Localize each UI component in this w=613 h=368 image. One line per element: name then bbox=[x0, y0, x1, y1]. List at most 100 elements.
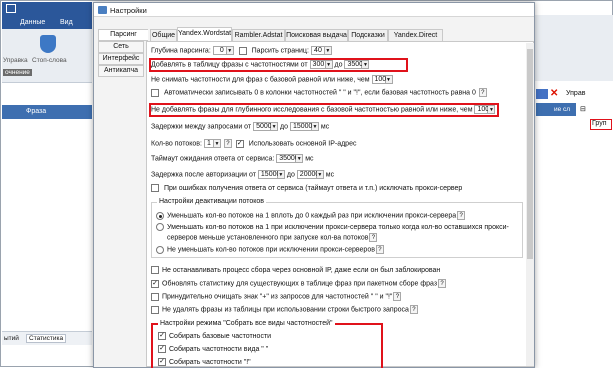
help-icon[interactable]: ? bbox=[393, 292, 402, 301]
auto-zero-label: Автоматически записывать 0 в колонки час… bbox=[163, 89, 476, 97]
wordstat-panel: Глубина парсинга: 0 ▼ Парсить страниц: 40… bbox=[146, 41, 534, 368]
collect-exact-label: Собирать частотности "!" bbox=[169, 359, 251, 366]
group-item[interactable]: Груп bbox=[590, 119, 612, 130]
authdelay-from-input[interactable]: 15000 bbox=[257, 170, 280, 179]
pages-input[interactable]: 40 bbox=[310, 46, 325, 55]
ribbon-tab-data[interactable]: Данные bbox=[20, 19, 45, 26]
delay-unit: мс bbox=[320, 123, 330, 131]
chevron-down-icon[interactable]: ▼ bbox=[213, 139, 221, 148]
deact-radio-1[interactable] bbox=[156, 211, 164, 220]
delete-icon[interactable]: ✕ bbox=[550, 88, 558, 99]
deact-option-2[interactable]: Уменьшать кол-во потоков на 1 при исключ… bbox=[156, 223, 509, 232]
tab-yandex-direct[interactable]: Yandex.Direct bbox=[388, 29, 443, 41]
use-main-ip-label: Использовать основной IP-адрес bbox=[248, 140, 357, 148]
deactivation-group: Настройки деактивации потоков Уменьшать … bbox=[151, 198, 523, 258]
right-panel: ✕ Управ ие сл ⊟ Груп bbox=[534, 81, 613, 367]
updatestats-checkbox[interactable]: ✓ bbox=[151, 279, 159, 288]
scrollbar[interactable] bbox=[526, 43, 534, 366]
help-icon[interactable]: ? bbox=[409, 305, 418, 314]
tab-rambler-adstat[interactable]: Rambler.Adstat bbox=[232, 29, 285, 41]
timeout-unit: мс bbox=[305, 155, 314, 163]
timeout-input[interactable]: 35000 bbox=[276, 154, 299, 163]
authdelay-to-input[interactable]: 20000 bbox=[296, 170, 319, 179]
scrollbar-thumb[interactable] bbox=[527, 49, 533, 259]
nochange-label: Не снимать частотности для фраз с базово… bbox=[151, 76, 370, 84]
forceclean-checkbox[interactable] bbox=[151, 292, 159, 301]
chevron-down-icon[interactable]: ▼ bbox=[271, 122, 279, 131]
nochange-input[interactable]: 100 bbox=[371, 75, 386, 84]
collect-option-2: ✓ Собирать частотности вида " " bbox=[158, 345, 268, 354]
side-tab-parsing[interactable]: Парсинг bbox=[98, 29, 148, 41]
expand-icon[interactable]: ⊟ bbox=[580, 105, 586, 113]
grid-col-phrase[interactable]: Фраза bbox=[26, 108, 46, 115]
filter-icon[interactable] bbox=[536, 89, 548, 99]
delay-from-input[interactable]: 5000 bbox=[253, 122, 272, 131]
help-icon[interactable]: ? bbox=[438, 279, 447, 288]
nostop-label: Не останавливать процесс сбора через осн… bbox=[162, 267, 441, 274]
highlight-nodeep bbox=[149, 103, 499, 117]
right-panel-title: Управ bbox=[566, 90, 586, 97]
auto-zero-checkbox[interactable] bbox=[151, 88, 159, 97]
row-nochange: Не снимать частотности для фраз с базово… bbox=[151, 75, 393, 84]
row-delay: Задержки между запросами от 5000▼ до 150… bbox=[151, 122, 329, 131]
save-icon[interactable] bbox=[6, 4, 16, 13]
chevron-down-icon[interactable]: ▼ bbox=[385, 75, 393, 84]
timeout-label: Таймаут ожидания ответа от сервиса: bbox=[151, 155, 275, 163]
collect-all-group: Настройки режима "Собрать все виды часто… bbox=[151, 320, 383, 368]
help-icon[interactable]: ? bbox=[369, 233, 378, 242]
use-main-ip-checkbox[interactable]: ✓ bbox=[235, 139, 244, 148]
collect-base-checkbox[interactable]: ✓ bbox=[158, 332, 166, 341]
deact-option-2-cont: серверов меньше установленного при запус… bbox=[167, 233, 378, 242]
threads-input[interactable]: 1 bbox=[203, 139, 214, 148]
dialog-title: Настройки bbox=[110, 6, 147, 15]
collect-all-caption: Настройки режима "Собрать все виды часто… bbox=[158, 320, 335, 327]
tab-suggestions[interactable]: Подсказки bbox=[348, 29, 388, 41]
tab-yandex-wordstat[interactable]: Yandex.Wordstat bbox=[177, 27, 232, 42]
stop-words-button[interactable]: Стоп-слова bbox=[32, 57, 67, 64]
collect-base-label: Собирать базовые частотности bbox=[169, 333, 272, 340]
help-icon[interactable]: ? bbox=[375, 245, 384, 254]
row-nostop: Не останавливать процесс сбора через осн… bbox=[151, 266, 440, 275]
deact-option-3[interactable]: Не уменьшать кол-во потоков при исключен… bbox=[156, 245, 384, 254]
chevron-down-icon[interactable]: ▼ bbox=[277, 170, 285, 179]
ribbon-tab-view[interactable]: Вид bbox=[60, 19, 73, 26]
help-icon[interactable]: ? bbox=[457, 211, 466, 220]
delay-to-input[interactable]: 15000 bbox=[289, 122, 312, 131]
deact-option-1-label: Уменьшать кол-во потоков на 1 вплоть до … bbox=[167, 212, 457, 220]
side-tab-anticaptcha[interactable]: Антикапча bbox=[98, 65, 144, 77]
delay-label: Задержки между запросами от bbox=[151, 123, 252, 131]
authdelay-label: Задержка после авторизации от bbox=[151, 171, 256, 179]
side-tab-network[interactable]: Сеть bbox=[98, 41, 144, 53]
row-depth: Глубина парсинга: 0 ▼ Парсить страниц: 40… bbox=[151, 46, 332, 55]
bottom-tab-stats[interactable]: Статистика bbox=[26, 334, 67, 343]
chevron-down-icon[interactable]: ▼ bbox=[316, 170, 324, 179]
row-nodelete: Не удалять фразы из таблицы при использо… bbox=[151, 305, 418, 314]
tab-general[interactable]: Общие bbox=[150, 29, 177, 41]
pages-checkbox[interactable] bbox=[238, 46, 247, 55]
errexclude-checkbox[interactable] bbox=[151, 184, 159, 193]
nodelete-checkbox[interactable] bbox=[151, 305, 159, 314]
help-icon[interactable]: ? bbox=[223, 139, 232, 148]
deactivation-caption: Настройки деактивации потоков bbox=[157, 198, 267, 205]
chevron-down-icon[interactable]: ▼ bbox=[311, 122, 319, 131]
row-authdelay: Задержка после авторизации от 15000▼ до … bbox=[151, 170, 334, 179]
deact-radio-2[interactable] bbox=[156, 223, 164, 232]
depth-input[interactable]: 0 bbox=[212, 46, 227, 55]
app-window: Данные Вид Стоп-слова Управка очнение Фр… bbox=[0, 0, 613, 368]
help-icon[interactable]: ? bbox=[478, 88, 487, 97]
collect-exact-checkbox[interactable]: ✓ bbox=[158, 358, 166, 367]
bottom-tabs: ытий Статистика bbox=[2, 331, 92, 345]
chevron-down-icon[interactable]: ▼ bbox=[296, 154, 304, 163]
shield-icon bbox=[40, 35, 56, 53]
deact-radio-3[interactable] bbox=[156, 245, 164, 254]
chevron-down-icon[interactable]: ▼ bbox=[226, 46, 234, 55]
chevron-down-icon[interactable]: ▼ bbox=[324, 46, 332, 55]
nostop-checkbox[interactable] bbox=[151, 266, 159, 275]
collect-quoted-checkbox[interactable]: ✓ bbox=[158, 345, 166, 354]
side-tab-interface[interactable]: Интерфейс bbox=[98, 53, 144, 65]
delay-to-label: до bbox=[280, 123, 289, 131]
tab-search-results[interactable]: Поисковая выдача bbox=[285, 29, 348, 41]
deact-option-1[interactable]: Уменьшать кол-во потоков на 1 вплоть до … bbox=[156, 211, 466, 220]
deact-option-3-label: Не уменьшать кол-во потоков при исключен… bbox=[167, 246, 375, 254]
bottom-tab-events[interactable]: ытий bbox=[4, 335, 19, 342]
